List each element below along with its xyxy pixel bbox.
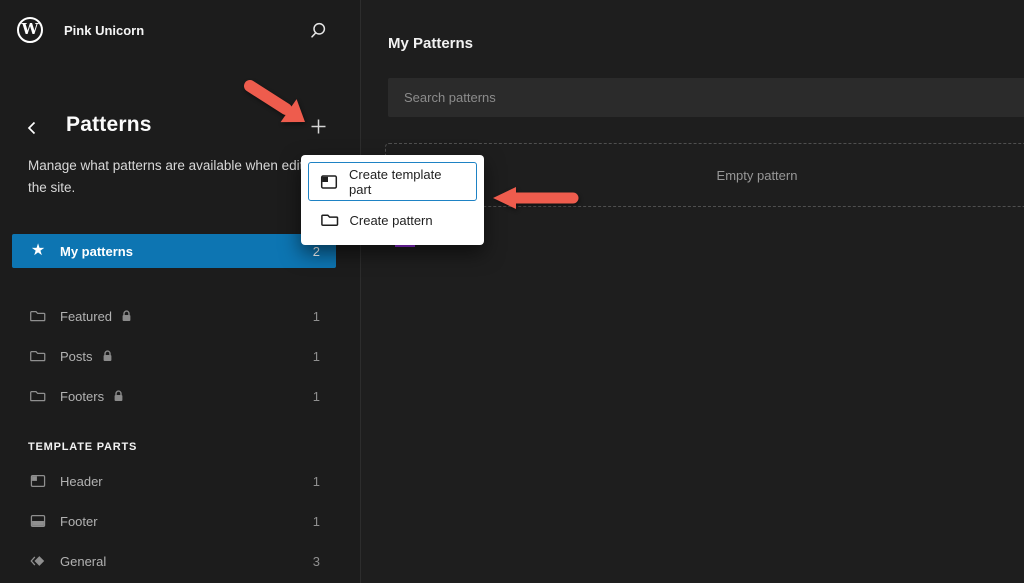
chevron-left-icon — [27, 121, 36, 135]
folder-icon — [320, 210, 340, 230]
sidebar-item-posts[interactable]: Posts 1 — [12, 336, 336, 376]
wordpress-logo-button[interactable]: W — [17, 17, 43, 43]
template-part-icon — [319, 172, 339, 192]
sidebar-item-header[interactable]: Header 1 — [12, 461, 336, 501]
add-new-button[interactable] — [304, 112, 332, 140]
menu-item-label: Create template part — [349, 166, 442, 197]
plus-icon — [311, 119, 325, 133]
sidebar-item-footer[interactable]: Footer 1 — [12, 501, 336, 541]
sidebar-item-label: General — [60, 553, 107, 569]
sidebar-item-label: Featured — [60, 308, 113, 324]
sidebar-item-label: Footer — [60, 513, 98, 529]
item-count-badge: 1 — [312, 473, 320, 489]
item-count-badge: 1 — [312, 388, 320, 404]
header-template-part-icon — [28, 471, 48, 491]
add-new-dropdown-menu: Create template part Create pattern — [301, 155, 484, 245]
empty-pattern-label: Empty pattern — [716, 167, 798, 183]
item-count-badge: 1 — [312, 513, 320, 529]
lock-icon — [102, 350, 113, 362]
menu-item-label: Create pattern — [349, 212, 433, 228]
item-count-badge: 1 — [312, 348, 320, 364]
pattern-preview-fragment — [395, 245, 415, 247]
sidebar-item-footers[interactable]: Footers 1 — [12, 376, 336, 416]
lock-icon — [121, 310, 132, 322]
panel-header: Patterns — [0, 108, 360, 148]
folder-icon — [28, 306, 48, 326]
sidebar-item-my-patterns[interactable]: ★ My patterns 2 — [12, 234, 336, 268]
search-icon — [311, 22, 326, 38]
main-content: My Patterns Empty pattern — [362, 0, 1024, 583]
template-parts-heading: TEMPLATE PARTS — [28, 441, 138, 453]
footer-template-part-icon — [28, 511, 48, 531]
folder-icon — [28, 346, 48, 366]
search-button[interactable] — [304, 17, 332, 45]
item-count-badge: 2 — [312, 243, 320, 259]
sidebar-item-general[interactable]: General 3 — [12, 541, 336, 581]
page-title: Patterns — [66, 113, 152, 136]
search-patterns-input[interactable] — [388, 78, 1024, 117]
wordpress-logo-icon: W — [21, 20, 39, 38]
sidebar-item-label: Posts — [60, 348, 93, 364]
item-count-badge: 3 — [312, 553, 320, 569]
item-count-badge: 1 — [312, 308, 320, 324]
sidebar: W Pink Unicorn Patterns Manage what patt… — [0, 0, 361, 583]
menu-item-create-pattern[interactable]: Create pattern — [308, 202, 477, 238]
menu-item-create-template-part[interactable]: Create template part — [308, 162, 477, 201]
site-hub: W Pink Unicorn — [0, 0, 360, 60]
lock-icon — [113, 390, 124, 402]
symbol-icon — [28, 551, 48, 571]
panel-description: Manage what patterns are available when … — [28, 158, 322, 195]
sidebar-item-featured[interactable]: Featured 1 — [12, 296, 336, 336]
sidebar-item-label: My patterns — [60, 243, 133, 259]
back-button[interactable] — [20, 114, 44, 142]
site-name: Pink Unicorn — [64, 23, 145, 38]
sidebar-item-label: Header — [60, 473, 103, 489]
main-title: My Patterns — [388, 35, 474, 52]
sidebar-item-label: Footers — [60, 388, 105, 404]
site-editor-patterns-screen: W Pink Unicorn Patterns Manage what patt… — [0, 0, 1024, 583]
folder-icon — [28, 386, 48, 406]
star-icon: ★ — [30, 242, 46, 259]
